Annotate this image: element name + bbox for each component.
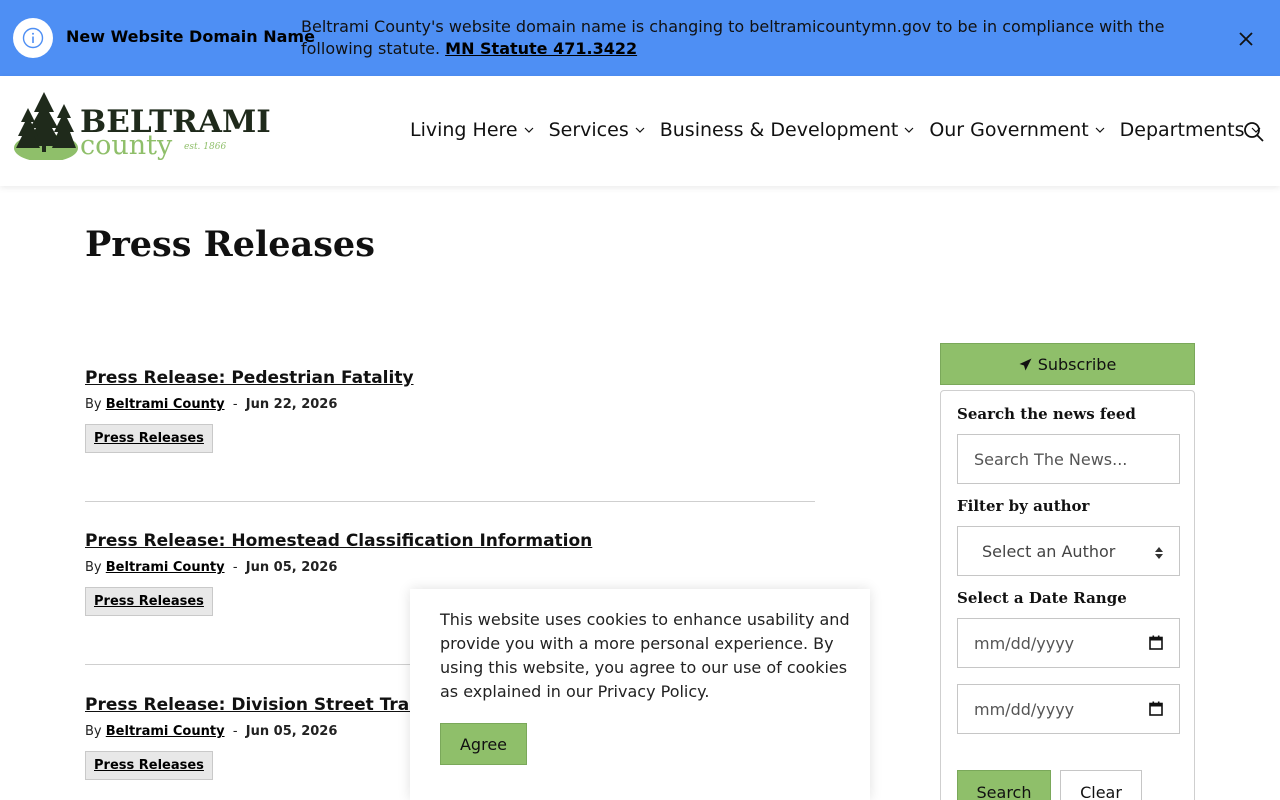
meta-separator: - [232, 560, 238, 575]
statute-link[interactable]: MN Statute 471.3422 [445, 39, 637, 58]
article-title-link[interactable]: Press Release: Homestead Classification … [85, 531, 815, 551]
subscribe-label: Subscribe [1037, 354, 1117, 374]
close-icon[interactable] [1234, 27, 1258, 51]
date-from-placeholder: mm/dd/yyyy [974, 633, 1075, 653]
chevron-down-icon [904, 127, 914, 133]
by-label: By [85, 724, 102, 739]
category-tag[interactable]: Press Releases [85, 424, 213, 453]
pine-trees-logo-icon [14, 92, 78, 160]
search-label: Search the news feed [957, 405, 1136, 423]
site-logo[interactable]: BELTRAMI county est. 1866 [14, 90, 274, 170]
info-icon [13, 18, 53, 58]
site-header: BELTRAMI county est. 1866 Living Here Se… [0, 76, 1280, 186]
date-from-input[interactable]: mm/dd/yyyy [957, 618, 1180, 668]
nav-departments[interactable]: Departments [1120, 119, 1261, 141]
nav-label: Services [548, 119, 629, 141]
chevron-down-icon [1095, 127, 1105, 133]
date-to-input[interactable]: mm/dd/yyyy [957, 684, 1180, 734]
meta-separator: - [232, 724, 238, 739]
logo-est: est. 1866 [184, 142, 227, 152]
chevron-down-icon [524, 127, 534, 133]
page-title: Press Releases [85, 224, 375, 265]
sort-arrows-icon [1155, 544, 1163, 563]
search-icon[interactable] [1243, 121, 1265, 143]
cookie-consent-popup: This website uses cookies to enhance usa… [410, 589, 870, 800]
clear-button[interactable]: Clear [1060, 770, 1142, 800]
cookie-message: This website uses cookies to enhance usa… [440, 610, 850, 701]
logo-subname: county [80, 130, 173, 161]
author-select-value: Select an Author [982, 541, 1116, 561]
agree-button[interactable]: Agree [440, 723, 527, 765]
search-input[interactable]: Search The News... [957, 434, 1180, 484]
article-date: Jun 22, 2026 [245, 397, 338, 412]
alert-message-text: Beltrami County's website domain name is… [301, 17, 1165, 58]
by-label: By [85, 397, 102, 412]
nav-label: Our Government [929, 119, 1089, 141]
author-link[interactable]: Beltrami County [106, 724, 225, 739]
nav-label: Business & Development [659, 119, 899, 141]
date-to-placeholder: mm/dd/yyyy [974, 699, 1075, 719]
main-nav: Living Here Services Business & Developm… [410, 119, 1276, 141]
author-link[interactable]: Beltrami County [106, 560, 225, 575]
nav-business-development[interactable]: Business & Development [660, 119, 915, 141]
article-date: Jun 05, 2026 [245, 724, 338, 739]
nav-label: Departments [1119, 119, 1245, 141]
date-range-label: Select a Date Range [957, 589, 1127, 607]
by-label: By [85, 560, 102, 575]
chevron-down-icon [635, 127, 645, 133]
search-button[interactable]: Search [957, 770, 1051, 800]
subscribe-button[interactable]: Subscribe [940, 343, 1195, 385]
alert-message: Beltrami County's website domain name is… [301, 16, 1201, 60]
category-tag[interactable]: Press Releases [85, 751, 213, 780]
author-select[interactable]: Select an Author [957, 526, 1180, 576]
author-label: Filter by author [957, 497, 1090, 515]
author-link[interactable]: Beltrami County [106, 397, 225, 412]
nav-living-here[interactable]: Living Here [410, 119, 534, 141]
meta-separator: - [232, 397, 238, 412]
news-filter-panel: Search the news feed Search The News... … [940, 390, 1195, 800]
alert-banner: New Website Domain Name Beltrami County'… [0, 0, 1280, 76]
category-tag[interactable]: Press Releases [85, 587, 213, 616]
nav-label: Living Here [410, 119, 518, 141]
divider [85, 501, 815, 502]
nav-our-government[interactable]: Our Government [929, 119, 1105, 141]
paper-plane-icon [1019, 358, 1032, 371]
article-meta: By Beltrami County - Jun 22, 2026 [85, 397, 815, 412]
calendar-icon[interactable] [1149, 635, 1163, 654]
article-meta: By Beltrami County - Jun 05, 2026 [85, 560, 815, 575]
list-item: Press Release: Pedestrian Fatality By Be… [85, 368, 815, 453]
nav-services[interactable]: Services [549, 119, 645, 141]
search-placeholder: Search The News... [974, 449, 1128, 469]
alert-title: New Website Domain Name [66, 27, 315, 46]
article-date: Jun 05, 2026 [245, 560, 338, 575]
article-title-link[interactable]: Press Release: Pedestrian Fatality [85, 368, 815, 388]
calendar-icon[interactable] [1149, 701, 1163, 720]
